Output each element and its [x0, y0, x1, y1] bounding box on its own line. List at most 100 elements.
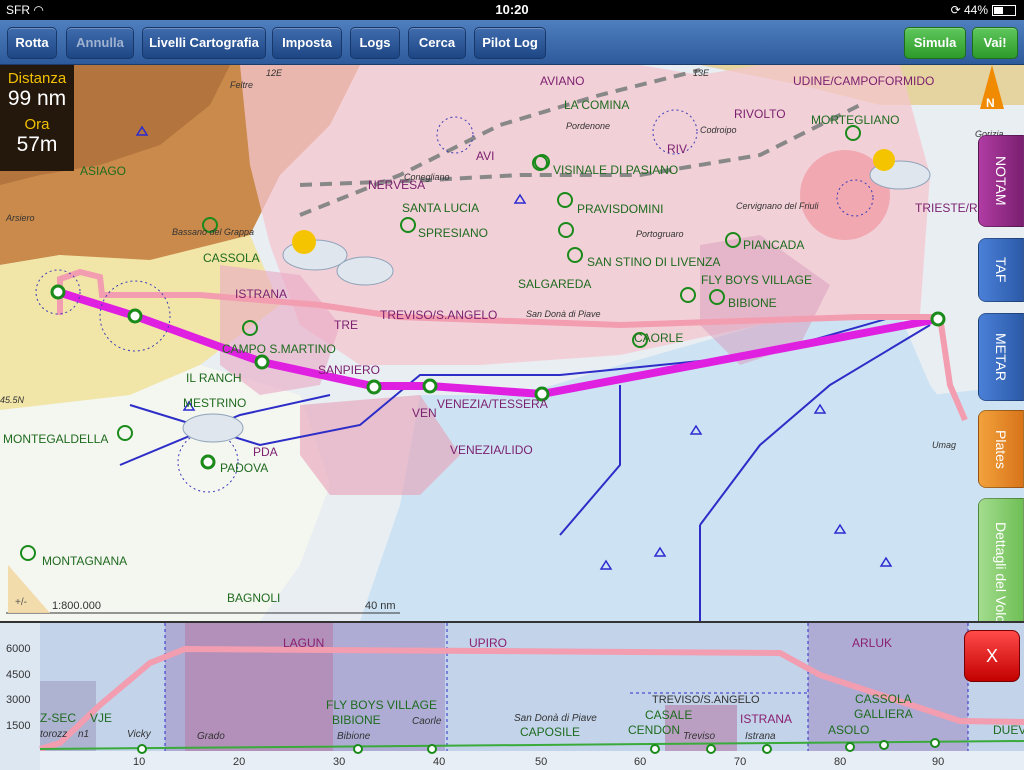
svg-text:TREVISO/S.ANGELO: TREVISO/S.ANGELO	[380, 308, 497, 322]
svg-text:Portogruaro: Portogruaro	[636, 229, 684, 239]
svg-text:12E: 12E	[266, 68, 283, 78]
svg-text:RIV: RIV	[667, 142, 687, 156]
svg-text:AVIANO: AVIANO	[540, 74, 584, 88]
svg-text:ASOLO: ASOLO	[828, 723, 869, 737]
svg-text:30: 30	[333, 756, 345, 768]
svg-text:Pordenone: Pordenone	[566, 121, 610, 131]
tab-metar[interactable]: METAR	[978, 313, 1024, 401]
svg-text:40: 40	[433, 756, 445, 768]
battery-indicator: ⟳ 44%	[951, 3, 1016, 17]
svg-text:Z-SEC: Z-SEC	[40, 711, 76, 725]
svg-text:20: 20	[233, 756, 245, 768]
svg-text:ASIAGO: ASIAGO	[80, 164, 126, 178]
svg-text:MONTAGNANA: MONTAGNANA	[42, 554, 127, 568]
lock-icon: ⟳	[950, 3, 961, 17]
svg-text:torozz: torozz	[40, 729, 67, 740]
logs-button[interactable]: Logs	[350, 27, 400, 59]
svg-text:Conegliano: Conegliano	[404, 172, 450, 182]
svg-text:VENEZIA/TESSERA: VENEZIA/TESSERA	[437, 397, 548, 411]
svg-text:CASALE: CASALE	[645, 708, 692, 722]
svg-text:SANPIERO: SANPIERO	[318, 363, 380, 377]
svg-text:Treviso: Treviso	[683, 731, 715, 742]
svg-text:70: 70	[734, 756, 746, 768]
svg-text:ARLUK: ARLUK	[852, 636, 892, 650]
svg-text:6000: 6000	[6, 643, 30, 655]
pilot-log-button[interactable]: Pilot Log	[474, 27, 546, 59]
time-value: 57m	[16, 133, 58, 156]
svg-text:Arsiero: Arsiero	[5, 213, 35, 223]
svg-text:DUEV: DUEV	[993, 723, 1024, 737]
svg-text:UDINE/CAMPOFORMIDO: UDINE/CAMPOFORMIDO	[793, 74, 934, 88]
svg-text:Cervignano del Friuli: Cervignano del Friuli	[736, 201, 820, 211]
settings-button[interactable]: Imposta	[272, 27, 342, 59]
svg-text:CENDON: CENDON	[628, 723, 680, 737]
svg-text:San Donà di Piave: San Donà di Piave	[526, 309, 601, 319]
svg-text:Feltre: Feltre	[230, 80, 253, 90]
svg-text:VENEZIA/LIDO: VENEZIA/LIDO	[450, 443, 533, 457]
svg-text:CASSOLA: CASSOLA	[855, 692, 912, 706]
svg-text:MORTEGLIANO: MORTEGLIANO	[811, 113, 899, 127]
search-button[interactable]: Cerca	[408, 27, 466, 59]
svg-text:N: N	[986, 96, 995, 110]
svg-text:MONTEGALDELLA: MONTEGALDELLA	[3, 432, 108, 446]
svg-text:PRAVISDOMINI: PRAVISDOMINI	[577, 202, 663, 216]
flight-info-box: Distanza 99 nm Ora 57m	[0, 65, 74, 171]
svg-text:13E: 13E	[693, 68, 710, 78]
simulate-button[interactable]: Simula	[904, 27, 966, 59]
svg-text:AVI: AVI	[476, 149, 494, 163]
svg-text:1:800.000: 1:800.000	[52, 600, 101, 612]
svg-text:TRE: TRE	[334, 318, 358, 332]
route-button[interactable]: Rotta	[7, 27, 57, 59]
svg-text:UPIRO: UPIRO	[469, 636, 507, 650]
distance-label: Distanza	[7, 70, 67, 87]
svg-text:SPRESIANO: SPRESIANO	[418, 226, 488, 240]
vertical-profile[interactable]: 6000 4500 3000 1500 10 20 30 40 50 60 70…	[0, 621, 1024, 770]
svg-text:FLY BOYS VILLAGE: FLY BOYS VILLAGE	[701, 273, 812, 287]
svg-text:BAGNOLI: BAGNOLI	[227, 591, 280, 605]
svg-text:PDA: PDA	[253, 445, 278, 459]
tab-taf[interactable]: TAF	[978, 238, 1024, 302]
time-label: Ora	[24, 116, 50, 133]
svg-text:CAMPO S.MARTINO: CAMPO S.MARTINO	[222, 342, 336, 356]
svg-text:MESTRINO: MESTRINO	[183, 396, 246, 410]
tab-plates[interactable]: Plates	[978, 410, 1024, 488]
svg-text:Vicky: Vicky	[127, 729, 152, 740]
svg-text:BIBIONE: BIBIONE	[332, 713, 381, 727]
svg-text:PIANCADA: PIANCADA	[743, 238, 804, 252]
svg-text:IL RANCH: IL RANCH	[186, 371, 242, 385]
close-profile-button[interactable]: X	[964, 630, 1020, 682]
go-button[interactable]: Vai!	[972, 27, 1018, 59]
aeronautical-map[interactable]: ASIAGO CASSOLA ISTRANA CAMPO S.MARTINO I…	[0, 65, 1024, 621]
svg-text:Bassano del Grappa: Bassano del Grappa	[172, 227, 254, 237]
undo-button[interactable]: Annulla	[66, 27, 134, 59]
battery-icon	[992, 5, 1016, 17]
svg-text:FLY BOYS VILLAGE: FLY BOYS VILLAGE	[326, 698, 437, 712]
svg-text:ISTRANA: ISTRANA	[740, 712, 792, 726]
svg-text:40 nm: 40 nm	[365, 600, 396, 612]
svg-text:SALGAREDA: SALGAREDA	[518, 277, 591, 291]
svg-text:VJE: VJE	[90, 711, 112, 725]
svg-text:VEN: VEN	[412, 406, 437, 420]
tab-notam[interactable]: NOTAM	[978, 135, 1024, 227]
svg-text:+/-: +/-	[15, 597, 27, 608]
svg-text:Istrana: Istrana	[745, 731, 776, 742]
svg-text:Codroipo: Codroipo	[700, 125, 737, 135]
svg-text:10: 10	[133, 756, 145, 768]
map-canvas[interactable]: ASIAGO CASSOLA ISTRANA CAMPO S.MARTINO I…	[0, 65, 1024, 621]
svg-text:Grado: Grado	[197, 731, 225, 742]
svg-text:SANTA LUCIA: SANTA LUCIA	[402, 201, 479, 215]
svg-text:SAN STINO DI LIVENZA: SAN STINO DI LIVENZA	[587, 255, 720, 269]
distance-value: 99 nm	[7, 87, 67, 110]
svg-text:LA COMINA: LA COMINA	[564, 98, 629, 112]
status-bar: SFR ◠ 10:20 ⟳ 44%	[0, 0, 1024, 20]
svg-text:90: 90	[932, 756, 944, 768]
svg-text:60: 60	[634, 756, 646, 768]
svg-text:GALLIERA: GALLIERA	[854, 707, 913, 721]
svg-text:Umag: Umag	[932, 440, 956, 450]
svg-text:1500: 1500	[6, 720, 30, 732]
map-layers-button[interactable]: Livelli Cartografia	[142, 27, 266, 59]
svg-text:80: 80	[834, 756, 846, 768]
svg-text:50: 50	[535, 756, 547, 768]
distance-axis: 10 20 30 40 50 60 70 80 90	[40, 751, 1024, 770]
svg-text:TREVISO/S.ANGELO: TREVISO/S.ANGELO	[652, 694, 760, 706]
